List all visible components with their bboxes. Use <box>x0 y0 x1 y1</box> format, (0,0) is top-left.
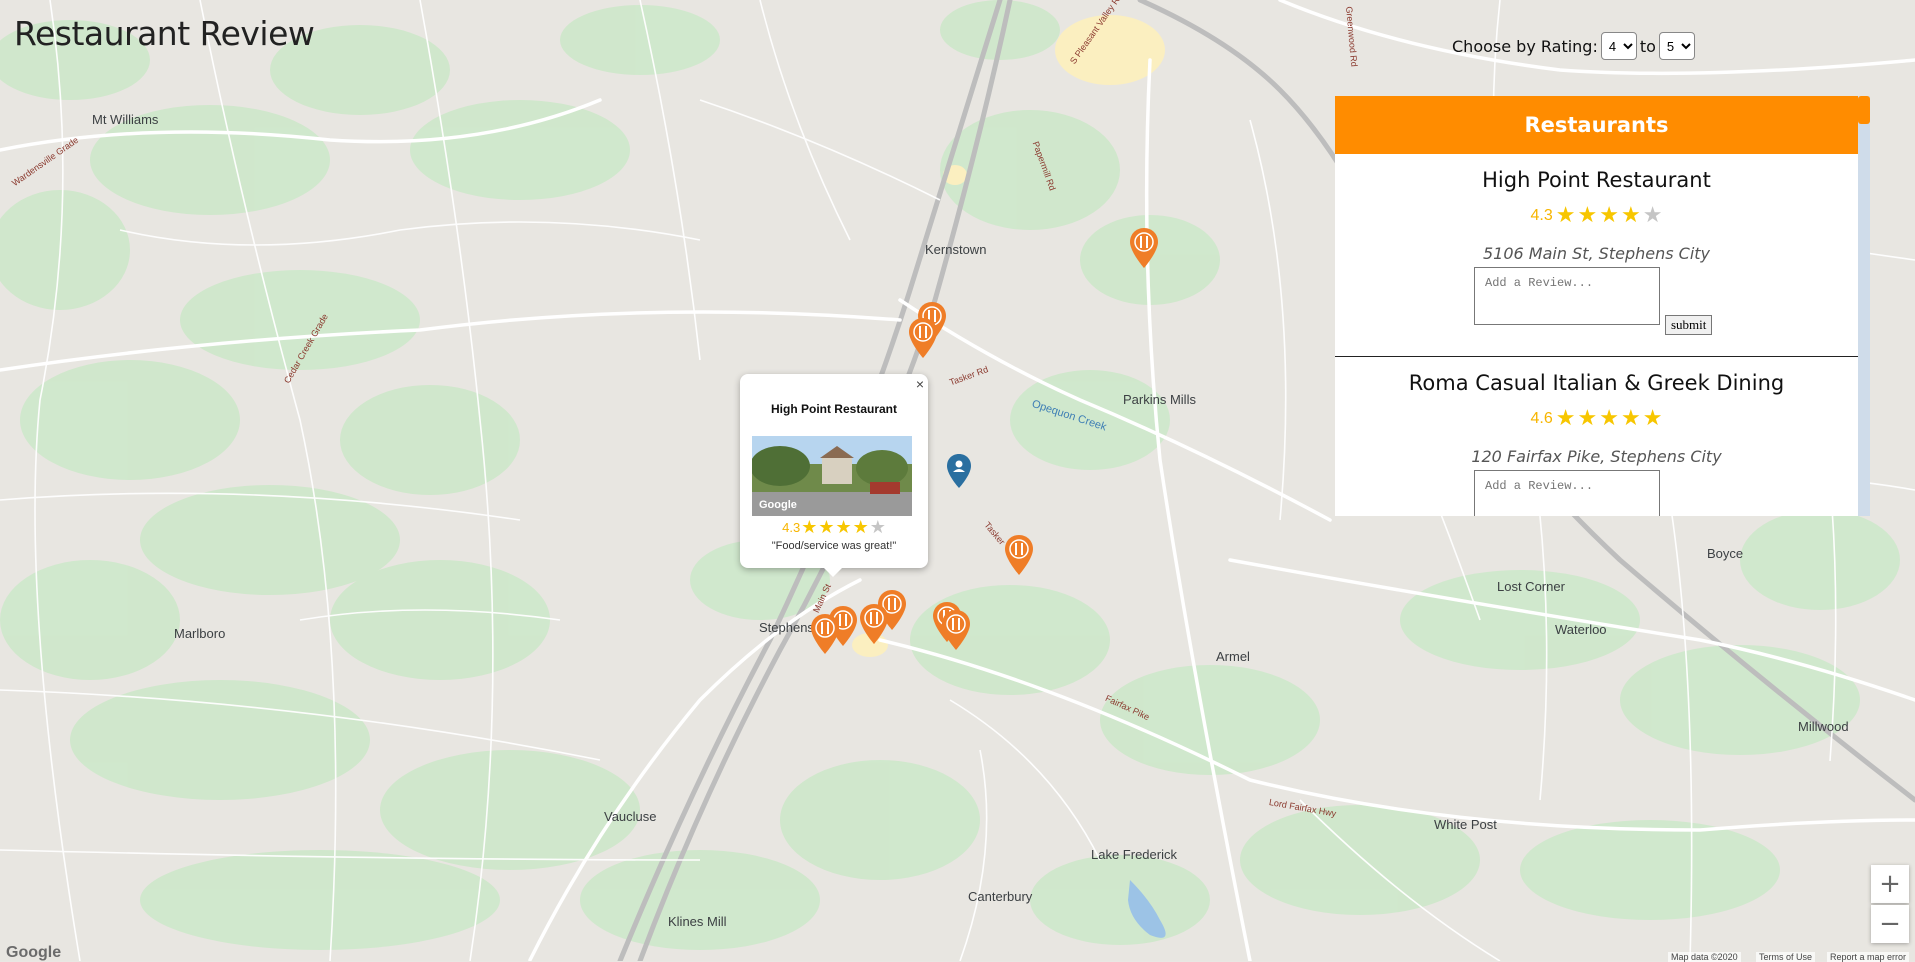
star-empty-icon: ★ <box>869 517 886 537</box>
restaurant-list: High Point Restaurant 4.3 ★ ★ ★ ★ ★ 5106… <box>1335 154 1858 516</box>
restaurant-marker[interactable] <box>1004 535 1034 575</box>
place-label-white-post: White Post <box>1434 817 1497 832</box>
place-label-armel: Armel <box>1216 649 1250 664</box>
restaurant-rating: 4.3 ★ ★ ★ ★ ★ <box>1335 202 1858 230</box>
restaurant-rating-value: 4.6 <box>1530 410 1553 427</box>
rating-min-select[interactable]: 4 <box>1600 32 1637 60</box>
place-label-boyce: Boyce <box>1707 546 1744 561</box>
star-icon: ★ <box>1599 406 1619 431</box>
place-label-kernstown: Kernstown <box>925 242 987 257</box>
star-icon: ★ <box>1620 406 1641 431</box>
rating-filter-to-label: to <box>1639 36 1656 56</box>
star-icon: ★ <box>1555 203 1576 228</box>
place-label-klines-mill: Klines Mill <box>668 914 727 929</box>
place-label-canterbury: Canterbury <box>968 889 1033 904</box>
page-title: Restaurant Review <box>14 14 315 53</box>
restaurant-name: High Point Restaurant <box>1482 168 1711 192</box>
star-empty-icon: ★ <box>1642 203 1663 228</box>
place-label-waterloo: Waterloo <box>1555 622 1607 637</box>
info-window-tail <box>823 567 843 577</box>
zoom-in-button[interactable]: + <box>1871 865 1909 903</box>
place-label-mt-williams: Mt Williams <box>92 112 159 127</box>
place-label-stephens: Stephens <box>759 620 814 635</box>
info-window: × High Point Restaurant Google 4.3 ★ ★ ★… <box>740 374 928 568</box>
restaurant-rating-value: 4.3 <box>1530 207 1553 224</box>
star-icon: ★ <box>1577 203 1598 228</box>
place-label-millwood: Millwood <box>1798 719 1849 734</box>
place-label-parkins-mills: Parkins Mills <box>1123 392 1196 407</box>
star-icon: ★ <box>1620 203 1641 228</box>
info-window-photo-credit: Google <box>759 499 797 511</box>
restaurant-marker[interactable] <box>908 318 938 358</box>
review-form: submit <box>1335 470 1858 516</box>
info-window-rating-value: 4.3 <box>782 519 801 535</box>
star-icon: ★ <box>801 517 818 537</box>
current-location-marker[interactable] <box>945 454 973 490</box>
restaurants-panel-header: Restaurants <box>1335 96 1858 154</box>
restaurant-marker[interactable] <box>941 610 971 650</box>
rating-filter-label: Choose by Rating: <box>1452 36 1598 56</box>
zoom-out-button[interactable]: − <box>1871 905 1909 943</box>
restaurant-rating: 4.6 ★ ★ ★ ★ ★ <box>1335 405 1858 433</box>
info-window-title: High Point Restaurant <box>770 402 897 416</box>
review-input[interactable] <box>1474 470 1660 516</box>
restaurants-panel: Restaurants High Point Restaurant 4.3 ★ … <box>1335 96 1870 516</box>
star-icon: ★ <box>1599 203 1619 228</box>
rating-filter: Choose by Rating: 4 to 5 <box>1452 32 1695 60</box>
restaurant-marker[interactable] <box>859 604 889 644</box>
restaurant-address: 120 Fairfax Pike, Stephens City <box>1471 447 1722 466</box>
info-window-review-quote: "Food/service was great!" <box>771 540 897 552</box>
star-icon: ★ <box>1555 406 1576 431</box>
restaurant-entry: Roma Casual Italian & Greek Dining 4.6 ★… <box>1335 357 1858 516</box>
place-label-vaucluse: Vaucluse <box>604 809 657 824</box>
place-label-lost-corner: Lost Corner <box>1497 579 1565 594</box>
star-icon: ★ <box>835 517 852 537</box>
panel-scrollbar[interactable] <box>1858 96 1870 516</box>
review-input[interactable] <box>1474 267 1660 325</box>
restaurant-marker[interactable] <box>1129 228 1159 268</box>
restaurant-name: Roma Casual Italian & Greek Dining <box>1408 371 1785 395</box>
submit-review-button[interactable]: submit <box>1665 315 1713 335</box>
restaurant-marker[interactable] <box>810 614 840 654</box>
panel-scrollbar-thumb[interactable] <box>1858 96 1870 124</box>
rating-max-select[interactable]: 5 <box>1658 32 1695 60</box>
star-icon: ★ <box>852 517 869 537</box>
info-window-close-button[interactable]: × <box>916 376 924 392</box>
star-icon: ★ <box>1642 406 1663 431</box>
info-window-rating: 4.3 ★ ★ ★ ★ ★ <box>740 518 928 536</box>
place-label-lake-frederick: Lake Frederick <box>1091 847 1177 862</box>
google-logo: Google <box>6 944 62 961</box>
restaurant-address: 5106 Main St, Stephens City <box>1482 244 1711 263</box>
star-icon: ★ <box>818 517 835 537</box>
review-form: submit <box>1335 267 1858 335</box>
restaurant-entry: High Point Restaurant 4.3 ★ ★ ★ ★ ★ 5106… <box>1335 154 1858 357</box>
place-label-marlboro: Marlboro <box>174 626 226 641</box>
star-icon: ★ <box>1577 406 1598 431</box>
